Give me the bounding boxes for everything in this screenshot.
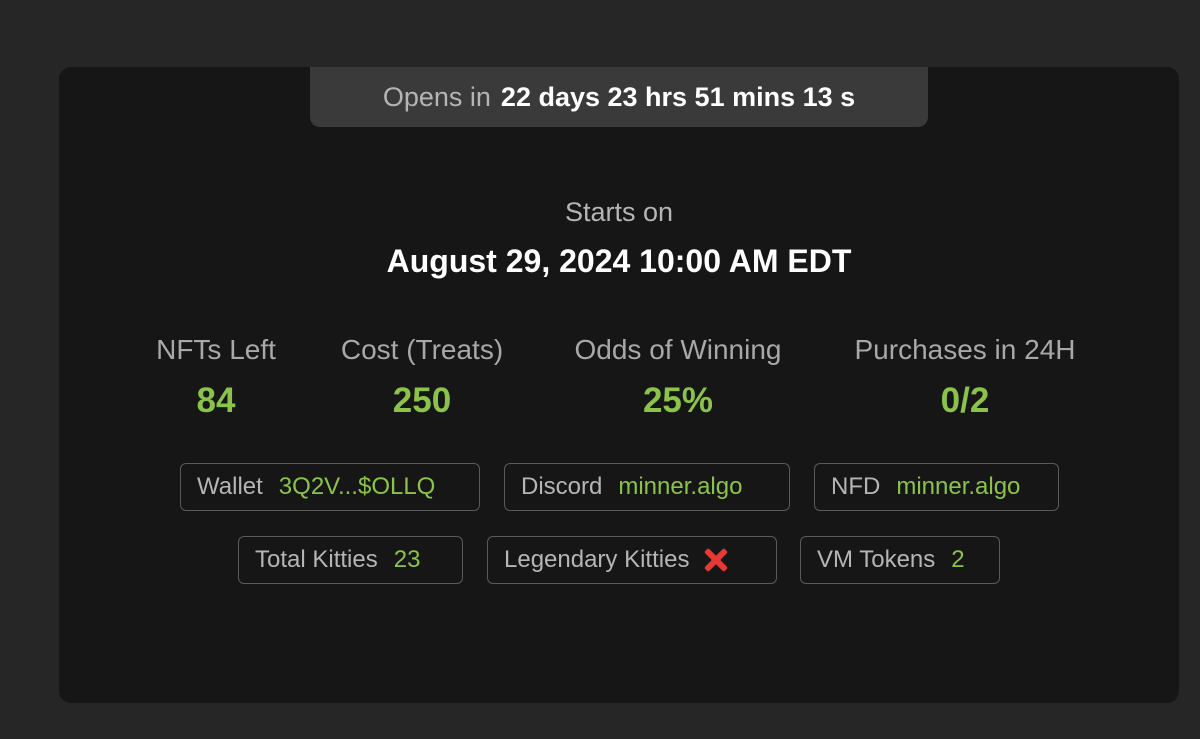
cross-mark-icon [703,547,729,573]
stat-value: 0/2 [940,381,990,420]
stat-value: 25% [642,381,714,420]
stat-odds: Odds of Winning 25% [575,332,782,422]
stat-value: 84 [196,381,236,420]
wallet-address: 3Q2V...$OLLQ [278,473,436,500]
vm-tokens-chip: VM Tokens 2 [800,536,1000,584]
stat-label: Purchases in 24H [854,334,1076,365]
stat-value: 250 [392,381,452,420]
chip-label: Total Kitties [255,546,378,573]
countdown-prefix: Opens in [382,81,491,112]
nfd-name: minner.algo [896,473,1021,500]
vm-tokens-value: 2 [951,546,965,573]
countdown-time: 22 days 23 hrs 51 mins 13 s [500,81,856,112]
stat-label: Cost (Treats) [340,334,504,365]
nfd-chip: NFD minner.algo [814,463,1059,511]
raffle-card: Opens in 22 days 23 hrs 51 mins 13 s Sta… [59,67,1179,703]
chip-label: Wallet [197,473,263,500]
chip-label: NFD [831,473,881,500]
stat-nfts-left: NFTs Left 84 [156,332,276,422]
wallet-chip: Wallet 3Q2V...$OLLQ [180,463,480,511]
stat-cost: Cost (Treats) 250 [341,332,503,422]
chip-label: VM Tokens [817,546,936,573]
total-kitties-value: 23 [393,546,421,573]
countdown-banner: Opens in 22 days 23 hrs 51 mins 13 s [310,67,928,127]
legendary-kitties-chip: Legendary Kitties [487,536,777,584]
start-date: August 29, 2024 10:00 AM EDT [386,243,852,279]
stat-label: Odds of Winning [574,334,782,365]
total-kitties-chip: Total Kitties 23 [238,536,463,584]
discord-handle: minner.algo [618,473,743,500]
discord-chip: Discord minner.algo [504,463,790,511]
stat-purchases: Purchases in 24H 0/2 [854,332,1075,422]
chip-label: Legendary Kitties [504,546,690,573]
chip-label: Discord [521,473,603,500]
starts-on-label: Starts on [564,197,674,227]
stat-label: NFTs Left [156,334,276,365]
